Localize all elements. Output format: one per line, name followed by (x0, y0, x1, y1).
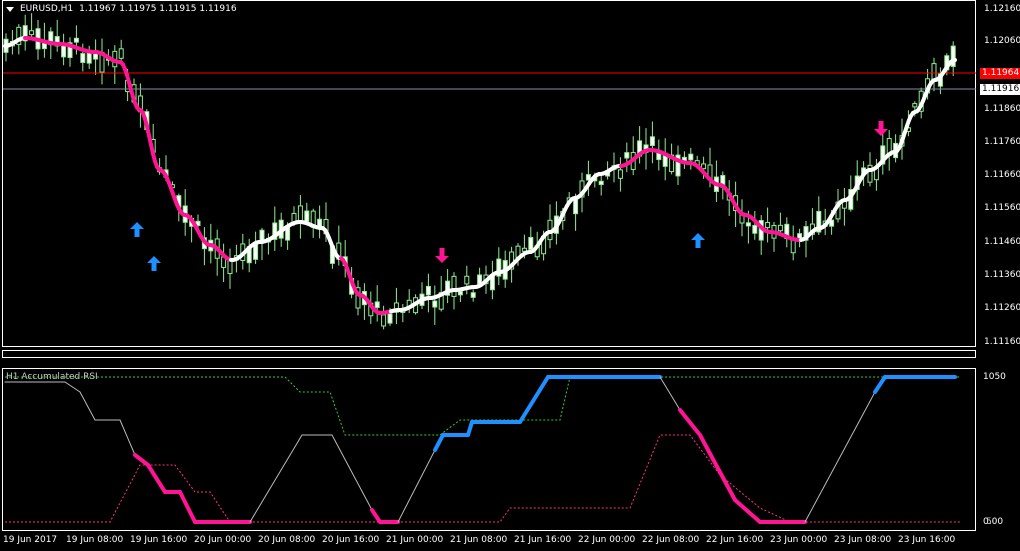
indicator-rsi-segment (146, 463, 167, 494)
indicator-rsi-segment (733, 498, 762, 524)
indicator-rsi-segment (178, 490, 197, 524)
indicator-rsi-segment (79, 391, 96, 421)
time-tick-label: 23 Jun 16:00 (898, 535, 956, 545)
time-tick-label: 21 Jun 00:00 (386, 535, 444, 545)
indicator-rsi-segment (133, 453, 150, 467)
time-tick-label: 19 Jun 16:00 (130, 535, 188, 545)
time-tick-label: 21 Jun 08:00 (450, 535, 508, 545)
indicator-rsi-segment (804, 391, 876, 523)
time-tick-label: 22 Jun 16:00 (706, 535, 764, 545)
indicator-rsi-segment (370, 508, 382, 524)
time-tick-label: 19 Jun 2017 (3, 535, 58, 545)
indicator-rsi-segment (64, 381, 81, 393)
indicator-rsi-segment (466, 420, 474, 437)
indicator-rsi-segment (678, 408, 702, 437)
indicator-svg (4, 375, 960, 524)
indicator-rsi-segment (331, 434, 373, 511)
time-tick-label: 23 Jun 08:00 (834, 535, 892, 545)
time-tick-label: 22 Jun 08:00 (642, 535, 700, 545)
time-tick-label: 21 Jun 16:00 (514, 535, 572, 545)
indicator-rsi-segment (873, 375, 887, 394)
time-tick-label: 19 Jun 08:00 (66, 535, 124, 545)
indicator-signal-line-lower (5, 434, 960, 523)
indicator-rsi-segment (659, 376, 681, 411)
time-tick-label: 20 Jun 16:00 (322, 535, 380, 545)
indicator-rsi-segment (698, 433, 737, 502)
time-tick-label: 20 Jun 08:00 (258, 535, 316, 545)
indicator-signal-line-upper (5, 376, 960, 436)
indicator-rsi-segment (249, 434, 303, 523)
time-tick-label: 20 Jun 00:00 (194, 535, 252, 545)
indicator-rsi-segment (433, 433, 445, 452)
time-tick-label: 22 Jun 00:00 (578, 535, 636, 545)
time-tick-label: 23 Jun 00:00 (770, 535, 828, 545)
indicator-rsi-segment (119, 419, 136, 456)
indicator-rsi-segment (518, 375, 550, 424)
indicator-rsi-segment (397, 449, 436, 523)
